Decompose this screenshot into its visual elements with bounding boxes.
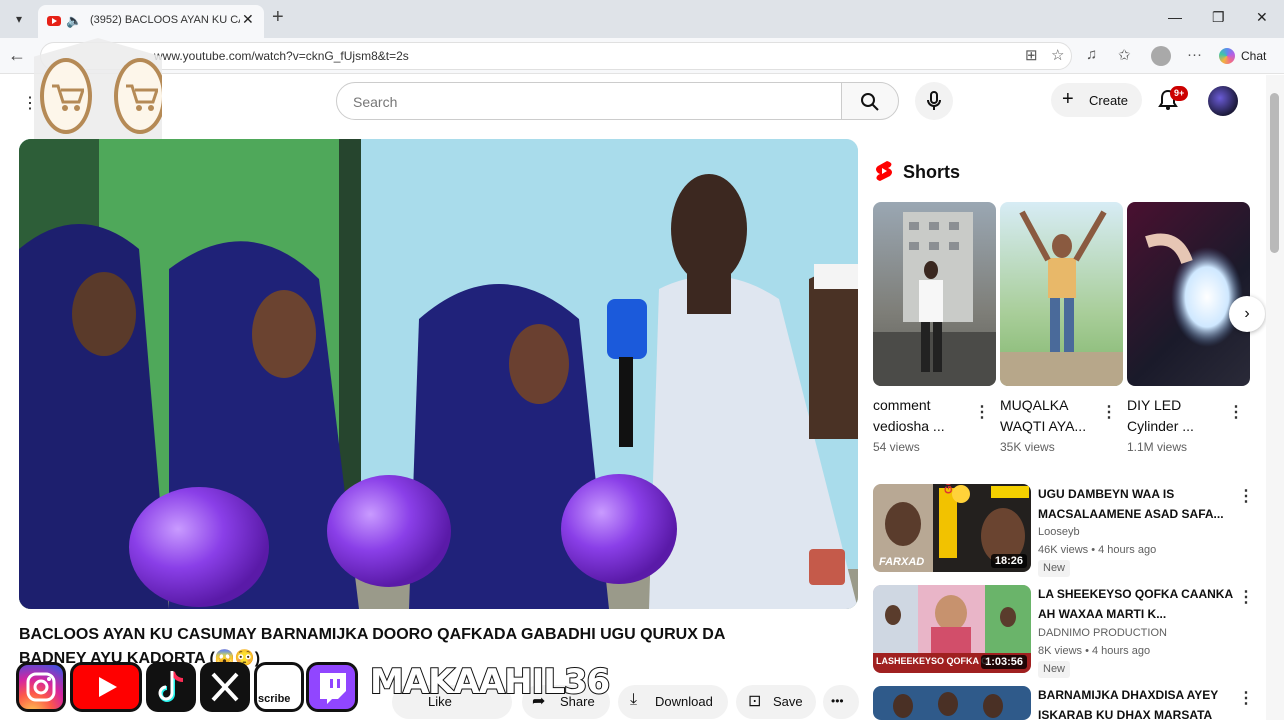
recommendation-channel[interactable]: DADNIMO PRODUCTION <box>1038 627 1167 639</box>
media-control-icon[interactable]: ♫ <box>1086 46 1097 63</box>
restore-icon[interactable]: ❐ <box>1212 9 1225 26</box>
tab-title: (3952) BACLOOS AYAN KU CA <box>90 14 240 26</box>
recommendation-meta: 8K views • 4 hours ago <box>1038 645 1151 657</box>
social-media-overlay: scribe MAKAAHIL36 <box>14 656 611 718</box>
browser-tab-active[interactable]: 🔈 (3952) BACLOOS AYAN KU CA ✕ <box>38 5 264 38</box>
download-label: Download <box>655 694 713 709</box>
short-views: 54 views <box>873 440 920 454</box>
short-title[interactable]: MUQALKA WAQTI AYA... <box>1000 395 1100 437</box>
address-bar: ← www.youtube.com/watch?v=cknG_fUjsm8&t=… <box>0 38 1284 74</box>
shorts-next-chevron-icon[interactable]: › <box>1229 296 1265 332</box>
browser-tab-bar: ▾ 🔈 (3952) BACLOOS AYAN KU CA ✕ + — ❐ ✕ <box>0 0 1284 38</box>
search-button[interactable] <box>841 82 899 120</box>
short-title[interactable]: DIY LED Cylinder ... <box>1127 395 1227 437</box>
search-placeholder: Search <box>353 94 398 110</box>
more-actions-label: ••• <box>831 694 844 708</box>
search-icon <box>861 93 879 111</box>
youtube-favicon-icon <box>47 16 61 26</box>
instagram-icon <box>16 662 66 712</box>
recommendation-meta: 46K views • 4 hours ago <box>1038 544 1157 556</box>
channel-handle: MAKAAHIL36 <box>369 661 611 703</box>
speaker-icon[interactable]: 🔈 <box>66 13 82 29</box>
more-actions-button[interactable]: ••• <box>823 685 859 719</box>
recommendation-thumbnail[interactable] <box>873 686 1031 720</box>
video-duration: 18:26 <box>990 554 1027 568</box>
short-title[interactable]: comment vediosha ... <box>873 395 973 437</box>
tab-close-icon[interactable]: ✕ <box>242 11 254 28</box>
voice-search-button[interactable] <box>915 82 953 120</box>
new-badge: New <box>1038 661 1071 678</box>
video-player[interactable] <box>19 139 858 609</box>
new-tab-icon[interactable]: + <box>272 6 284 29</box>
recommendation-more-icon[interactable]: ⋮ <box>1238 486 1254 506</box>
new-badge: New <box>1038 560 1071 577</box>
youtube-icon <box>70 662 142 712</box>
recommendation-channel[interactable]: Looseyb <box>1038 526 1080 538</box>
bookmark-icon: ⊡ <box>748 693 762 710</box>
search-input[interactable]: Search <box>336 82 842 120</box>
short-views: 35K views <box>1000 440 1055 454</box>
recommendation-more-icon[interactable]: ⋮ <box>1238 587 1254 607</box>
shorts-header: Shorts <box>875 160 960 187</box>
short-more-icon[interactable]: ⋮ <box>1101 402 1117 422</box>
screen: ▾ 🔈 (3952) BACLOOS AYAN KU CA ✕ + — ❐ ✕ … <box>0 0 1284 720</box>
copilot-chat-button[interactable]: Chat <box>1213 44 1277 68</box>
plus-icon: + <box>1062 88 1074 110</box>
recommendation-title[interactable]: BARNAMIJKA DHAXDISA AYEY ISKARAB KU DHAX… <box>1038 685 1234 720</box>
microphone-icon <box>927 91 941 110</box>
shopping-cart-icon <box>40 58 92 134</box>
recommendation-thumbnail[interactable]: LASHEEKEYSO QOFKA C 1:03:56 <box>873 585 1031 673</box>
window-close-icon[interactable]: ✕ <box>1256 9 1268 26</box>
tiktok-icon <box>146 662 196 712</box>
short-views: 1.1M views <box>1127 440 1188 454</box>
recommendation-title[interactable]: UGU DAMBEYN WAA IS MACSALAAMENE ASAD SAF… <box>1038 484 1234 524</box>
notification-count-badge: 9+ <box>1170 86 1189 101</box>
profile-icon[interactable] <box>1151 46 1171 66</box>
create-label: Create <box>1089 93 1129 108</box>
account-avatar[interactable] <box>1208 86 1238 116</box>
chat-label: Chat <box>1241 49 1267 63</box>
short-more-icon[interactable]: ⋮ <box>974 402 990 422</box>
back-arrow-icon[interactable]: ← <box>8 45 26 66</box>
video-title: BACLOOS AYAN KU CASUMAY BARNAMIJKA DOORO… <box>19 626 726 643</box>
thumb-word: GOODBYE <box>943 484 955 494</box>
short-more-icon[interactable]: ⋮ <box>1228 402 1244 422</box>
recommendation-more-icon[interactable]: ⋮ <box>1238 688 1254 708</box>
save-button[interactable]: ⊡ Save <box>736 685 816 719</box>
shorts-title: Shorts <box>903 162 961 182</box>
subscribe-badge: scribe <box>254 662 304 712</box>
split-screen-icon[interactable]: ⊞ <box>1025 46 1038 64</box>
minimize-icon[interactable]: — <box>1168 9 1182 25</box>
short-thumbnail[interactable] <box>1127 202 1250 386</box>
shopping-cart-icon <box>114 58 162 134</box>
favorites-icon[interactable]: ✩ <box>1118 46 1131 64</box>
recommendation-thumbnail[interactable]: GOODBYE FARXAD 18:26 <box>873 484 1031 572</box>
save-label: Save <box>773 694 803 709</box>
subscribe-text: scribe <box>258 693 291 705</box>
video-duration: 1:03:56 <box>981 655 1027 669</box>
x-twitter-icon <box>200 662 250 712</box>
page-scrollbar[interactable] <box>1266 75 1284 720</box>
recommendation-title[interactable]: LA SHEEKEYSO QOFKA CAANKA AH WAXAA MARTI… <box>1038 584 1234 624</box>
video-frame <box>19 139 858 609</box>
download-icon: ⤓ <box>630 691 638 708</box>
shorts-icon <box>876 161 892 181</box>
thumb-caption: FARXAD <box>879 556 925 568</box>
thumb-caption: LASHEEKEYSO QOFKA C <box>876 656 988 666</box>
short-thumbnail[interactable] <box>1000 202 1123 386</box>
create-button[interactable]: + Create <box>1051 83 1142 117</box>
download-button[interactable]: ⤓ Download <box>618 685 728 719</box>
favorite-star-icon[interactable]: ☆ <box>1051 46 1064 64</box>
short-thumbnail[interactable] <box>873 202 996 386</box>
scrollbar-thumb[interactable] <box>1270 93 1279 253</box>
tab-list-chevron-icon[interactable]: ▾ <box>8 9 30 29</box>
url-text[interactable]: www.youtube.com/watch?v=cknG_fUjsm8&t=2s <box>154 49 409 63</box>
twitch-icon <box>306 662 358 712</box>
youtube-header: ⋮ e Search + Create 9+ <box>0 75 1266 127</box>
more-dots-icon[interactable]: ··· <box>1187 46 1202 63</box>
copilot-icon <box>1219 48 1235 64</box>
